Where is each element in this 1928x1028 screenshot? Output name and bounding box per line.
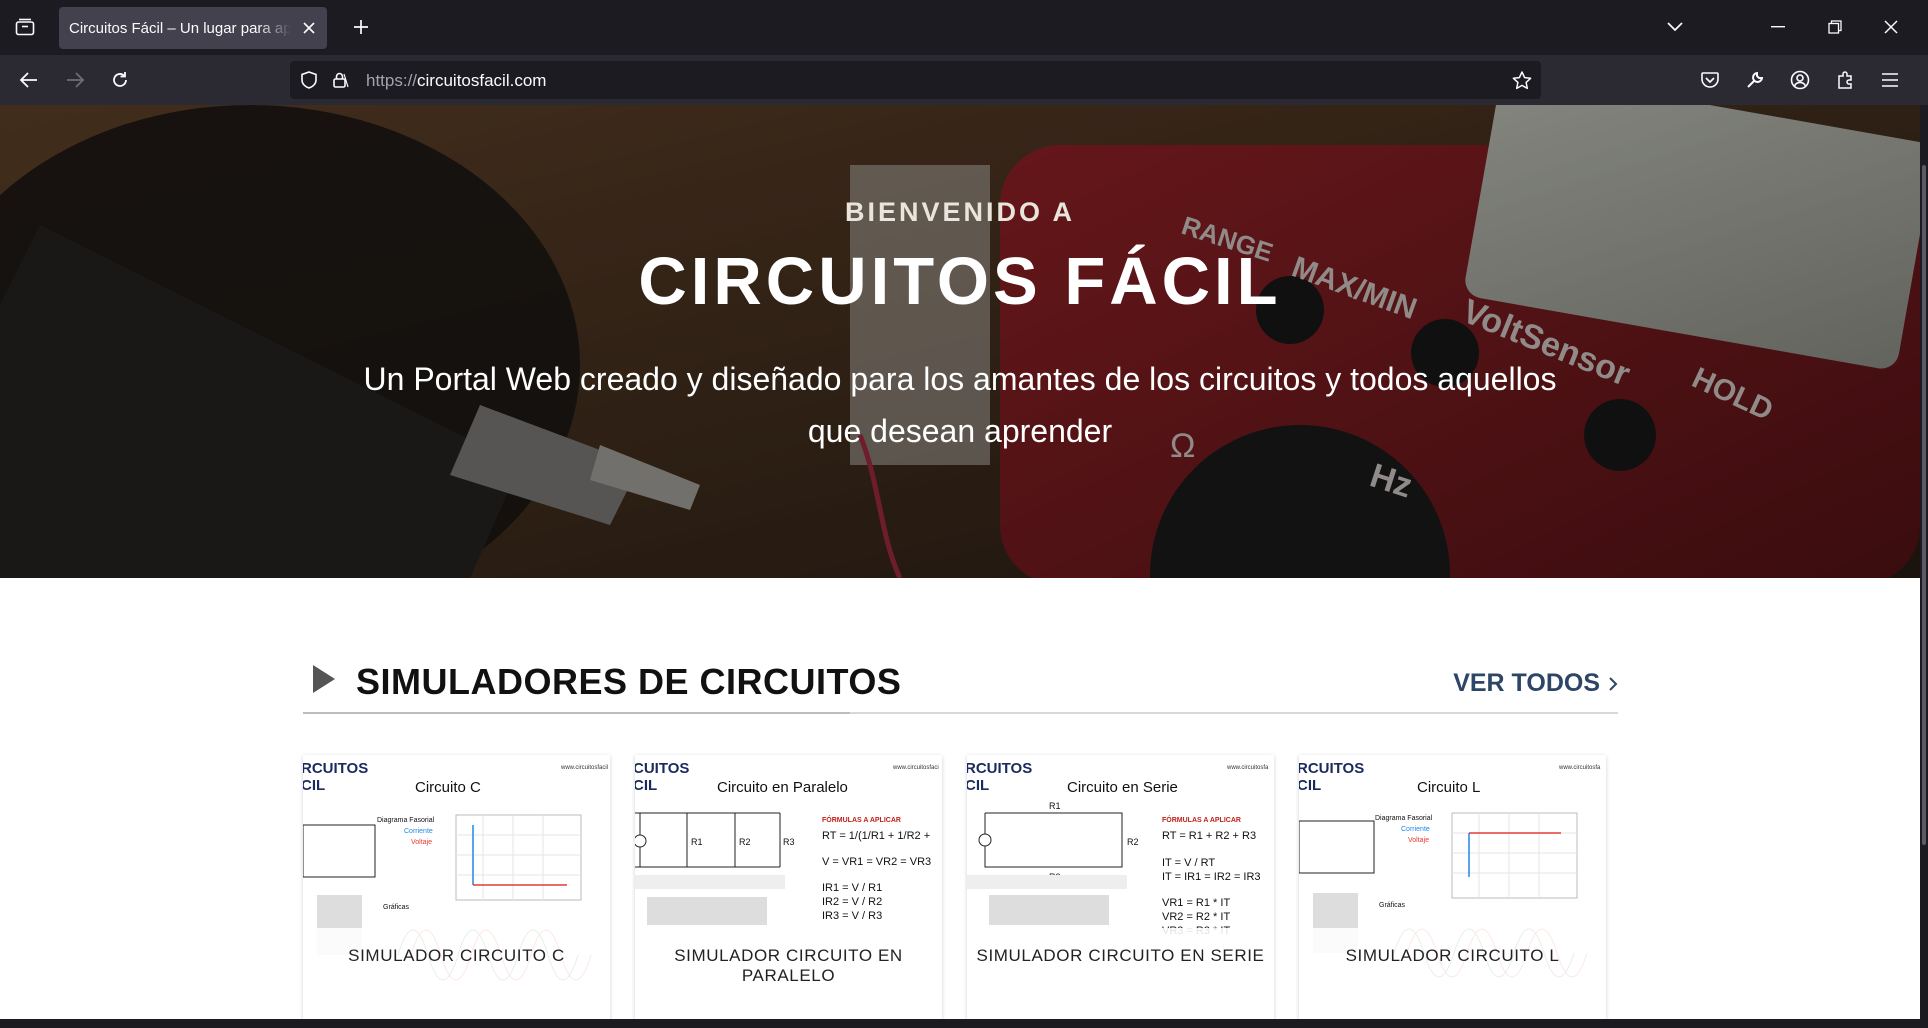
thumb-line: IT = IR1 = IR2 = IR3: [1162, 871, 1261, 883]
restore-icon[interactable]: [1822, 14, 1848, 40]
hero-kicker: BIENVENIDO A: [844, 197, 1076, 227]
web-page: RANGE MAX/MIN VoltSensor HOLD Ω Hz BIENV…: [0, 105, 1920, 1023]
section-divider-accent: [303, 712, 850, 714]
scrollbar-thumb[interactable]: [1922, 165, 1926, 845]
simulator-card-serie[interactable]: RCUITOS CIL Circuito en Serie www.circui…: [967, 755, 1274, 1023]
svg-text:www.circuitosfa: www.circuitosfa: [1226, 765, 1269, 771]
navigation-toolbar: https://circuitosfacil.com: [0, 55, 1928, 105]
svg-text:RCUITOS: RCUITOS: [1299, 760, 1364, 777]
svg-text:CIL: CIL: [1299, 777, 1321, 794]
thumb-line: Gráficas: [1379, 902, 1406, 909]
active-tab[interactable]: Circuitos Fácil – Un lugar para aprender: [59, 7, 327, 49]
hero-dark-overlay: [0, 105, 1920, 578]
thumb-line: IT = V / RT: [1162, 857, 1215, 869]
thumb-line: IR2 = V / R2: [822, 896, 882, 908]
see-all-label: VER TODOS: [1453, 669, 1600, 697]
thumb-title: Circuito en Serie: [1067, 779, 1178, 796]
extensions-icon[interactable]: [1832, 67, 1858, 93]
thumb-line: Diagrama Fasorial: [1375, 815, 1433, 822]
svg-text:RCUITOS: RCUITOS: [303, 760, 368, 777]
vertical-scrollbar[interactable]: [1920, 105, 1928, 1023]
minimize-icon[interactable]: [1765, 14, 1791, 40]
thumb-title: Circuito L: [1417, 779, 1480, 796]
developer-tools-wrench-icon[interactable]: [1742, 67, 1768, 93]
card-label: SIMULADOR CIRCUITO C: [303, 928, 610, 1023]
app-menu-icon[interactable]: [1877, 67, 1903, 93]
card-label: SIMULADOR CIRCUITO EN PARALELO: [635, 928, 942, 1023]
thumb-line: FÓRMULAS A APLICAR: [1162, 815, 1241, 824]
thumb-line: Corriente: [404, 828, 433, 835]
thumb-line: IR3 = V / R3: [822, 910, 882, 922]
forward-icon[interactable]: [62, 67, 88, 93]
svg-text:CIL: CIL: [967, 777, 989, 794]
svg-text:R1: R1: [691, 837, 703, 847]
reload-icon[interactable]: [107, 67, 133, 93]
section-title: SIMULADORES DE CIRCUITOS: [356, 661, 902, 702]
simulators-section-header: SIMULADORES DE CIRCUITOS VER TODOS: [303, 655, 1618, 715]
close-window-icon[interactable]: [1878, 14, 1904, 40]
hero-title: CIRCUITOS FÁCIL: [638, 244, 1282, 319]
back-icon[interactable]: [16, 67, 42, 93]
thumb-title: Circuito en Paralelo: [717, 779, 848, 796]
address-bar[interactable]: https://circuitosfacil.com: [290, 61, 1541, 99]
simulator-card-l[interactable]: RCUITOS CIL Circuito L www.circuitosfa D…: [1299, 755, 1606, 1023]
thumb-line: VR1 = R1 * IT: [1162, 897, 1230, 909]
thumb-line: Diagrama Fasorial: [377, 817, 435, 824]
simulator-card-paralelo[interactable]: CUITOS CIL Circuito en Paralelo www.circ…: [635, 755, 942, 1023]
thumb-line: Voltaje: [411, 839, 432, 846]
thumb-line: RT = 1/(1/R1 + 1/R2 +: [822, 830, 930, 842]
window-bottom-edge: [0, 1019, 1928, 1028]
thumb-line: V = VR1 = VR2 = VR3: [822, 856, 931, 868]
tab-title: Circuitos Fácil – Un lugar para aprender: [69, 19, 291, 37]
card-label: SIMULADOR CIRCUITO L: [1299, 928, 1606, 1023]
tracking-protection-shield-icon[interactable]: [298, 69, 320, 91]
url-text[interactable]: https://circuitosfacil.com: [366, 71, 546, 91]
thumb-line: Corriente: [1401, 826, 1430, 833]
bookmark-star-icon[interactable]: [1511, 69, 1533, 91]
card-label: SIMULADOR CIRCUITO EN SERIE: [967, 928, 1274, 1023]
svg-text:R2: R2: [739, 837, 751, 847]
hero-banner: RANGE MAX/MIN VoltSensor HOLD Ω Hz BIENV…: [0, 105, 1920, 578]
svg-text:www.circuitosfacil: www.circuitosfacil: [560, 765, 608, 771]
svg-text:RCUITOS: RCUITOS: [967, 760, 1032, 777]
thumb-line: RT = R1 + R2 + R3: [1162, 830, 1256, 842]
chevron-right-icon: [1609, 676, 1618, 691]
close-tab-icon[interactable]: [299, 18, 319, 38]
thumb-line: VR2 = R2 * IT: [1162, 911, 1230, 923]
svg-text:R3: R3: [783, 837, 795, 847]
thumb-line: IR1 = V / R1: [822, 882, 882, 894]
hero-subtitle: Un Portal Web creado y diseñado para los…: [363, 361, 1557, 449]
svg-text:CIL: CIL: [635, 777, 657, 794]
simulator-cards: RCUITOS CIL Circuito C www.circuitosfaci…: [303, 755, 1618, 1023]
site-lock-icon[interactable]: [330, 69, 352, 91]
list-tabs-icon[interactable]: [1662, 14, 1688, 40]
account-icon[interactable]: [1787, 67, 1813, 93]
svg-text:CUITOS: CUITOS: [635, 760, 689, 777]
thumb-title: Circuito C: [415, 779, 481, 796]
pocket-icon[interactable]: [1697, 67, 1723, 93]
new-tab-icon[interactable]: [348, 14, 374, 40]
svg-text:R1: R1: [1049, 801, 1061, 811]
thumb-line: FÓRMULAS A APLICAR: [822, 815, 901, 824]
thumb-line: Voltaje: [1408, 837, 1429, 844]
thumb-line: Gráficas: [383, 904, 410, 911]
tab-bar: Circuitos Fácil – Un lugar para aprender: [0, 0, 1928, 55]
section-arrow-icon: [313, 665, 335, 693]
simulator-card-c[interactable]: RCUITOS CIL Circuito C www.circuitosfaci…: [303, 755, 610, 1023]
svg-text:R2: R2: [1127, 837, 1139, 847]
tab-overview-icon[interactable]: [12, 14, 38, 40]
svg-text:www.circuitosfaci: www.circuitosfaci: [892, 765, 939, 771]
svg-text:CIL: CIL: [303, 777, 325, 794]
svg-text:www.circuitosfa: www.circuitosfa: [1558, 765, 1601, 771]
see-all-link[interactable]: VER TODOS: [1453, 669, 1618, 698]
